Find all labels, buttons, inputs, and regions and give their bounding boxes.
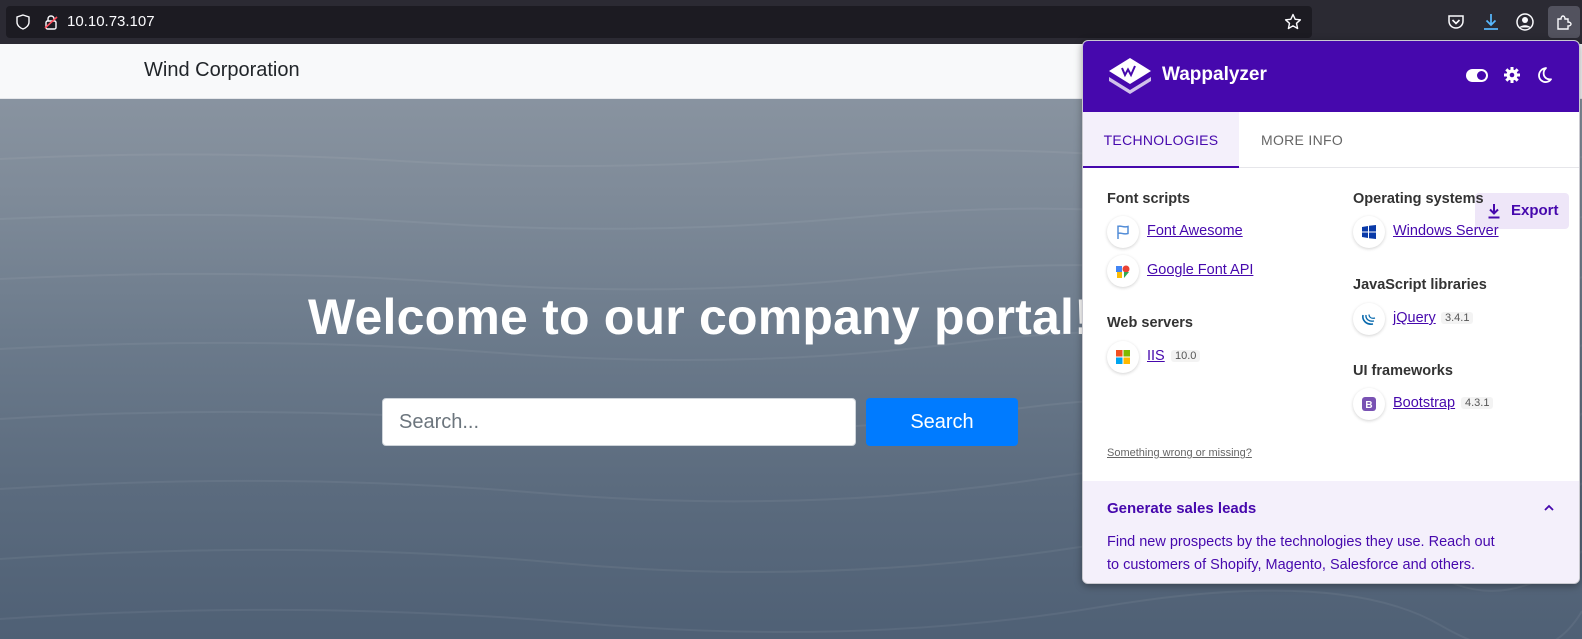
windows-server-icon bbox=[1353, 216, 1385, 248]
puzzle-icon bbox=[1557, 15, 1572, 30]
jquery-icon bbox=[1353, 303, 1385, 335]
tech-link[interactable]: Font Awesome bbox=[1147, 223, 1243, 239]
pocket-icon[interactable] bbox=[1446, 12, 1466, 32]
tech-link[interactable]: Google Font API bbox=[1147, 262, 1253, 278]
svg-text:B: B bbox=[1365, 400, 1372, 411]
tab-more-info[interactable]: MORE INFO bbox=[1239, 112, 1365, 168]
tech-link[interactable]: Bootstrap bbox=[1393, 395, 1455, 411]
url-bar[interactable]: 10.10.73.107 bbox=[6, 6, 1312, 38]
enable-toggle[interactable] bbox=[1466, 69, 1488, 82]
settings-gear-icon[interactable] bbox=[1503, 66, 1521, 84]
tech-link[interactable]: jQuery bbox=[1393, 310, 1436, 326]
sales-leads-title[interactable]: Generate sales leads bbox=[1107, 500, 1256, 517]
dark-mode-moon-icon[interactable] bbox=[1535, 66, 1553, 84]
category-javascript-libraries: JavaScript libraries bbox=[1353, 277, 1487, 293]
feedback-link[interactable]: Something wrong or missing? bbox=[1107, 447, 1252, 459]
wappalyzer-tabs: TECHNOLOGIES MORE INFO Export bbox=[1083, 112, 1579, 229]
sales-leads-panel: Generate sales leads Find new prospects … bbox=[1083, 481, 1579, 583]
tech-version: 3.4.1 bbox=[1441, 312, 1474, 324]
category-operating-systems: Operating systems bbox=[1353, 191, 1484, 207]
search-input[interactable] bbox=[382, 398, 856, 446]
font-awesome-icon bbox=[1107, 216, 1139, 248]
tab-technologies[interactable]: TECHNOLOGIES bbox=[1083, 112, 1239, 168]
iis-icon bbox=[1107, 341, 1139, 373]
site-brand[interactable]: Wind Corporation bbox=[144, 59, 300, 82]
tech-version: 4.3.1 bbox=[1461, 397, 1494, 409]
wappalyzer-title: Wappalyzer bbox=[1162, 64, 1267, 85]
sales-leads-text: Find new prospects by the technologies t… bbox=[1107, 534, 1495, 573]
chevron-up-icon[interactable] bbox=[1543, 503, 1555, 513]
url-text: 10.10.73.107 bbox=[67, 13, 155, 30]
tech-item-google-font-api[interactable]: Google Font API bbox=[1107, 255, 1307, 287]
tech-version: 10.0 bbox=[1171, 350, 1201, 362]
wappalyzer-logo-icon bbox=[1109, 58, 1151, 94]
account-icon[interactable] bbox=[1515, 12, 1535, 32]
bookmark-star-icon[interactable] bbox=[1284, 13, 1302, 31]
tech-link[interactable]: Windows Server bbox=[1393, 223, 1499, 239]
extensions-button[interactable] bbox=[1548, 6, 1580, 38]
tech-item-windows-server[interactable]: Windows Server bbox=[1353, 216, 1553, 248]
wappalyzer-header: Wappalyzer bbox=[1083, 41, 1579, 112]
insecure-lock-icon[interactable] bbox=[43, 14, 59, 30]
tech-link[interactable]: IIS bbox=[1147, 348, 1165, 364]
tech-item-font-awesome[interactable]: Font Awesome bbox=[1107, 216, 1307, 248]
bootstrap-icon: B bbox=[1353, 388, 1385, 420]
browser-toolbar: 10.10.73.107 bbox=[0, 0, 1582, 44]
tech-item-bootstrap[interactable]: B Bootstrap 4.3.1 bbox=[1353, 388, 1553, 420]
category-ui-frameworks: UI frameworks bbox=[1353, 363, 1453, 379]
category-web-servers: Web servers bbox=[1107, 315, 1193, 331]
downloads-icon[interactable] bbox=[1481, 12, 1501, 32]
google-font-api-icon bbox=[1107, 255, 1139, 287]
search-button[interactable]: Search bbox=[866, 398, 1018, 446]
wappalyzer-popup: Wappalyzer TECHNOLOGIES MORE INFO Export… bbox=[1082, 40, 1580, 584]
category-font-scripts: Font scripts bbox=[1107, 191, 1190, 207]
tech-item-iis[interactable]: IIS 10.0 bbox=[1107, 341, 1307, 373]
tracking-shield-icon[interactable] bbox=[15, 14, 31, 30]
tech-item-jquery[interactable]: jQuery 3.4.1 bbox=[1353, 303, 1553, 335]
